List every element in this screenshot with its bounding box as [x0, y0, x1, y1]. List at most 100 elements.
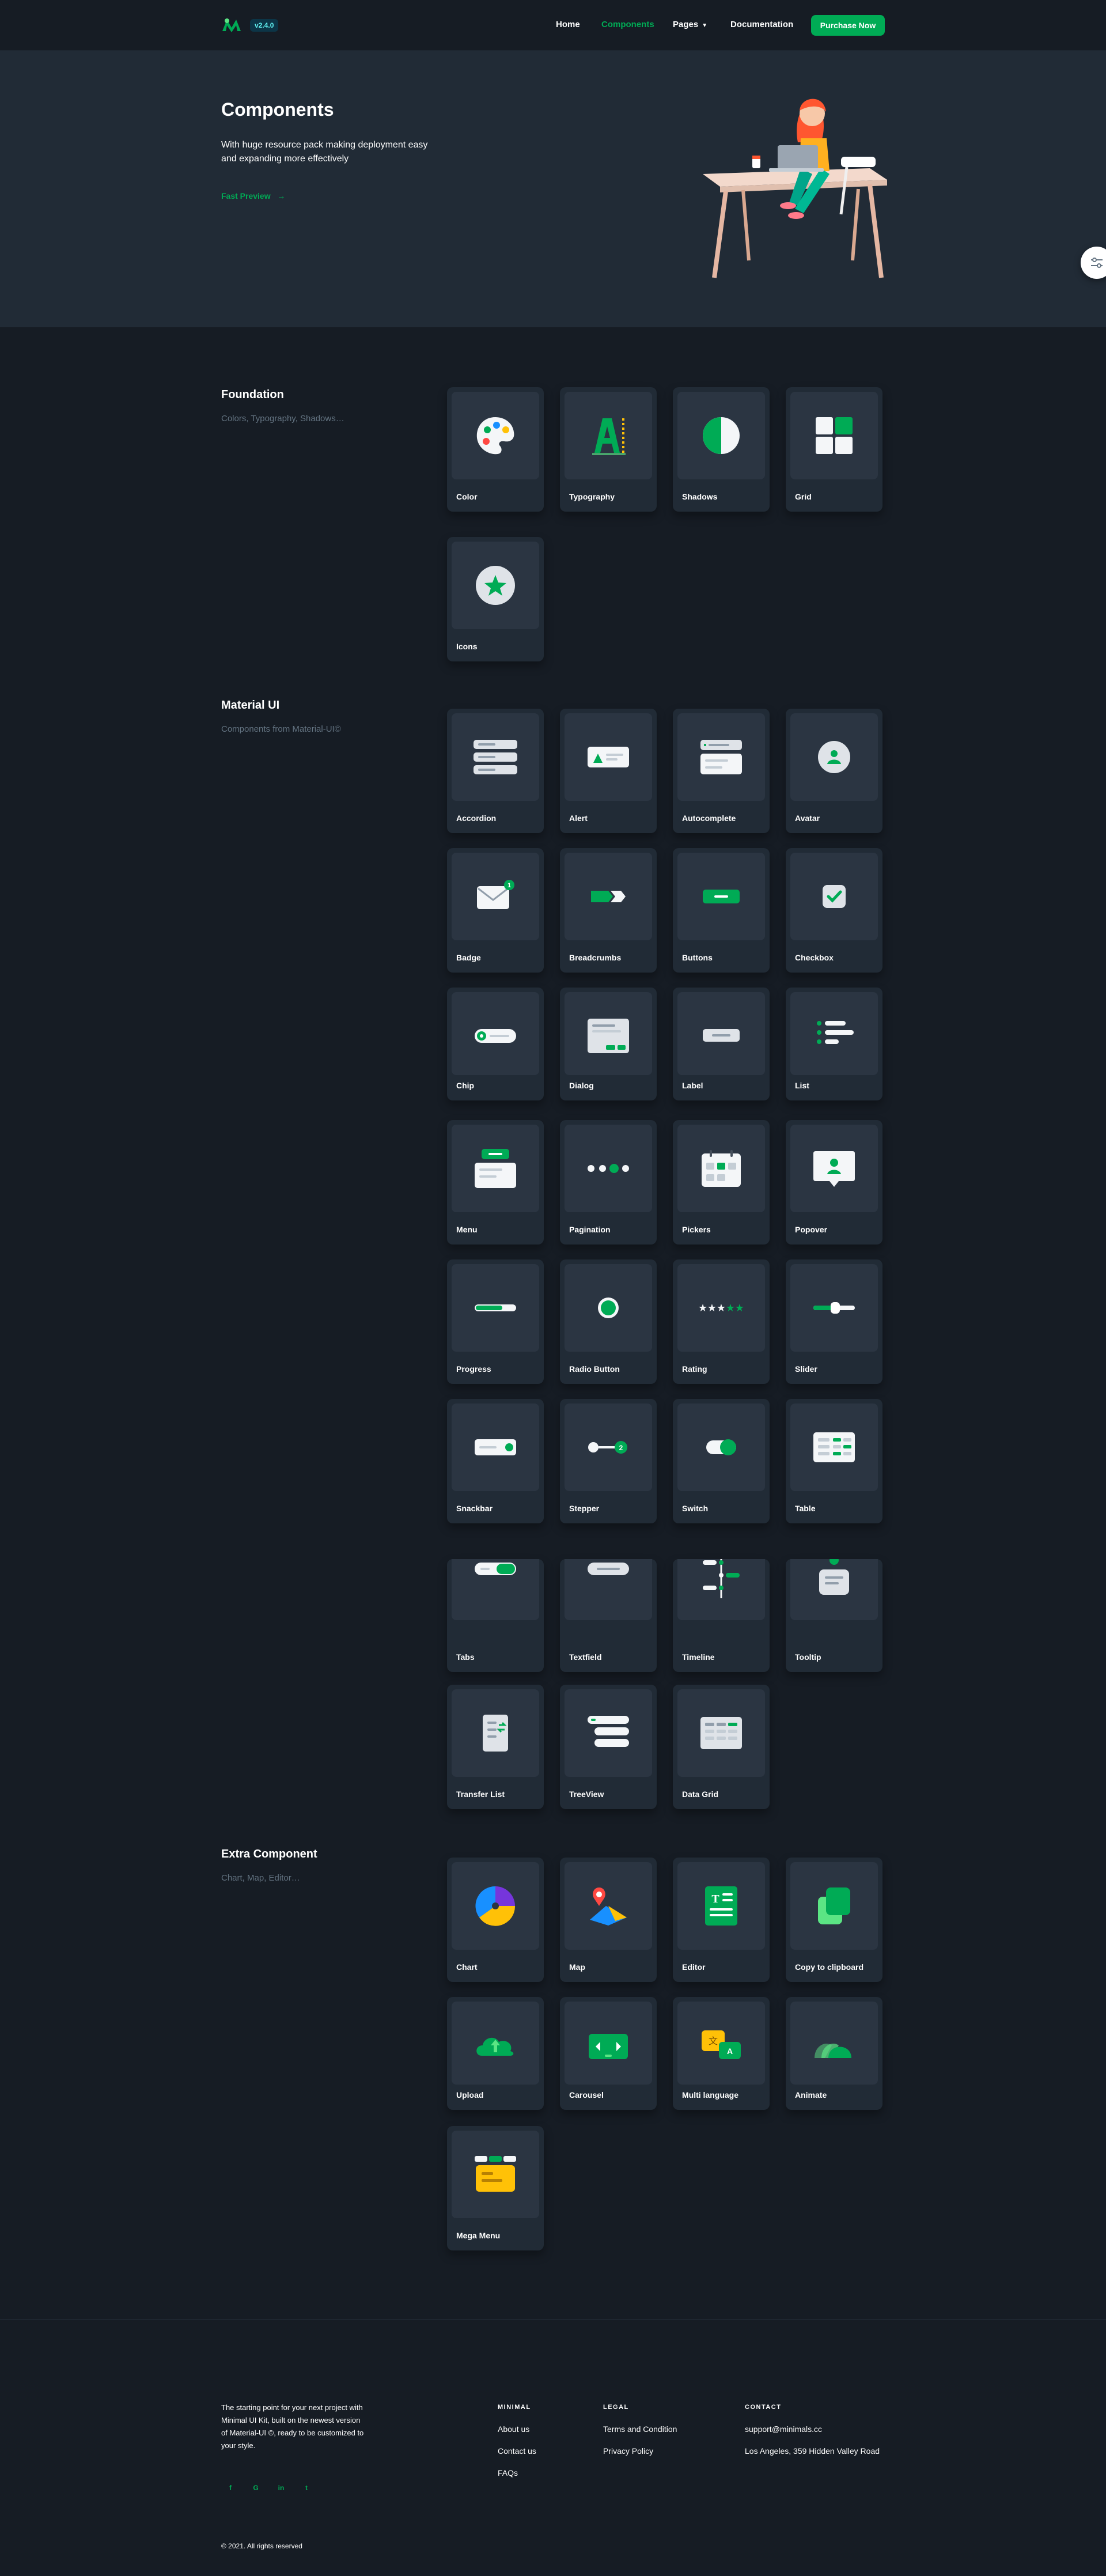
translate-icon: 文 A [702, 2030, 741, 2059]
card-copy-to-clipboard[interactable]: Copy to clipboard [786, 1858, 882, 1982]
card-pickers[interactable]: Pickers [673, 1120, 770, 1245]
card-label: Copy to clipboard [795, 1962, 863, 1972]
card-table[interactable]: Table [786, 1399, 882, 1523]
card-treeview[interactable]: TreeView [560, 1685, 657, 1809]
card-label: Table [795, 1504, 816, 1513]
nav-components[interactable]: Components [601, 20, 654, 29]
animate-icon [815, 2043, 851, 2058]
card-switch[interactable]: Switch [673, 1399, 770, 1523]
card-alert[interactable]: Alert [560, 709, 657, 833]
card-map[interactable]: Map [560, 1858, 657, 1982]
palette-icon [476, 417, 514, 455]
tabs-icon [475, 1563, 516, 1575]
card-label: Multi language [682, 2090, 738, 2100]
section-title-extra: Extra Component [221, 1848, 317, 1860]
card-textfield[interactable]: Textfield [560, 1559, 657, 1672]
card-data-grid[interactable]: Data Grid [673, 1685, 770, 1809]
card-multi-language[interactable]: 文 A Multi language [673, 1997, 770, 2110]
card-label: Progress [456, 1364, 491, 1374]
card-menu[interactable]: Menu [447, 1120, 544, 1245]
card-chip[interactable]: Chip [447, 988, 544, 1100]
card-rating[interactable]: ★ ★ ★ ★ ★ Rating [673, 1259, 770, 1384]
card-mega-menu[interactable]: Mega Menu [447, 2126, 544, 2250]
upload-cloud-icon [476, 2037, 514, 2056]
card-label: Editor [682, 1962, 706, 1972]
nav-pages[interactable]: Pages ▼ [673, 20, 707, 29]
card-dialog[interactable]: Dialog [560, 988, 657, 1100]
card-label: Popover [795, 1225, 828, 1234]
card-breadcrumbs[interactable]: Breadcrumbs [560, 848, 657, 973]
label-icon [703, 1029, 740, 1042]
card-pagination[interactable]: Pagination [560, 1120, 657, 1245]
card-tabs[interactable]: Tabs [447, 1559, 544, 1672]
badge-icon: 1 [477, 880, 514, 909]
card-shadows[interactable]: Shadows [673, 387, 770, 512]
card-badge[interactable]: 1 Badge [447, 848, 544, 973]
facebook-icon[interactable]: f [225, 2482, 236, 2494]
card-avatar[interactable]: Avatar [786, 709, 882, 833]
card-label: Snackbar [456, 1504, 493, 1513]
card-transfer-list[interactable]: Transfer List [447, 1685, 544, 1809]
card-buttons[interactable]: Buttons [673, 848, 770, 973]
purchase-button[interactable]: Purchase Now [811, 15, 885, 36]
card-accordion[interactable]: Accordion [447, 709, 544, 833]
card-label: Menu [456, 1225, 478, 1234]
card-label-component[interactable]: Label [673, 988, 770, 1100]
card-label: Autocomplete [682, 814, 736, 823]
pagination-icon [588, 1164, 629, 1173]
card-label: List [795, 1081, 809, 1090]
card-carousel[interactable]: Carousel [560, 1997, 657, 2110]
calendar-icon [702, 1150, 741, 1187]
card-animate[interactable]: Animate [786, 1997, 882, 2110]
card-label: Dialog [569, 1081, 594, 1090]
card-snackbar[interactable]: Snackbar [447, 1399, 544, 1523]
fast-preview-label: Fast Preview [221, 191, 271, 201]
hero: Components With huge resource pack makin… [0, 51, 1106, 327]
card-radio-button[interactable]: Radio Button [560, 1259, 657, 1384]
radio-icon [598, 1298, 619, 1318]
google-icon[interactable]: G [250, 2482, 262, 2494]
footer-link-terms[interactable]: Terms and Condition [603, 2424, 677, 2434]
card-timeline[interactable]: Timeline [673, 1559, 770, 1672]
footer-link-email[interactable]: support@minimals.cc [745, 2424, 822, 2434]
card-typography[interactable]: Typography [560, 387, 657, 512]
card-autocomplete[interactable]: Autocomplete [673, 709, 770, 833]
card-upload[interactable]: Upload [447, 1997, 544, 2110]
card-label: Data Grid [682, 1790, 719, 1799]
stepper-icon: 2 [588, 1441, 627, 1454]
carousel-icon [589, 2034, 628, 2059]
card-editor[interactable]: T Editor [673, 1858, 770, 1982]
card-color[interactable]: Color [447, 387, 544, 512]
card-grid[interactable]: Grid [786, 387, 882, 512]
nav-documentation[interactable]: Documentation [730, 20, 793, 29]
card-label: Shadows [682, 492, 718, 501]
card-tooltip[interactable]: Tooltip [786, 1559, 882, 1672]
logo-icon[interactable] [221, 17, 242, 32]
shadows-icon [703, 417, 740, 454]
chevron-down-icon: ▼ [702, 22, 708, 29]
svg-text:文: 文 [709, 2036, 718, 2047]
footer-link-faqs[interactable]: FAQs [498, 2468, 518, 2477]
card-stepper[interactable]: 2 Stepper [560, 1399, 657, 1523]
card-icons[interactable]: Icons [447, 537, 544, 661]
card-label: Mega Menu [456, 2231, 501, 2240]
footer-link-contact[interactable]: Contact us [498, 2446, 536, 2456]
card-popover[interactable]: Popover [786, 1120, 882, 1245]
transfer-list-icon [483, 1715, 508, 1752]
linkedin-icon[interactable]: in [275, 2482, 287, 2494]
page-title: Components [221, 99, 334, 120]
card-label: Avatar [795, 814, 820, 823]
alert-icon [588, 747, 629, 767]
footer-link-privacy[interactable]: Privacy Policy [603, 2446, 653, 2456]
card-progress[interactable]: Progress [447, 1259, 544, 1384]
card-chart[interactable]: Chart [447, 1858, 544, 1982]
card-list[interactable]: List [786, 988, 882, 1100]
card-slider[interactable]: Slider [786, 1259, 882, 1384]
copyright: © 2021. All rights reserved [221, 2542, 302, 2550]
fast-preview-link[interactable]: Fast Preview → [221, 191, 285, 201]
footer-link-about[interactable]: About us [498, 2424, 529, 2434]
nav-home[interactable]: Home [556, 20, 580, 29]
button-icon [703, 890, 740, 903]
card-checkbox[interactable]: Checkbox [786, 848, 882, 973]
twitter-icon[interactable]: t [301, 2482, 312, 2494]
